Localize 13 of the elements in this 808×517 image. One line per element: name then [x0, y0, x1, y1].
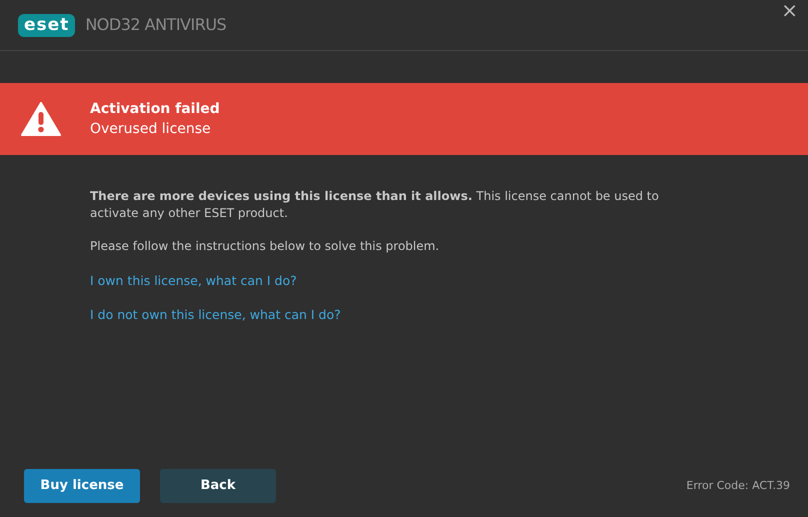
error-code: Error Code: ACT.39: [686, 478, 790, 494]
alert-title: Activation failed: [90, 100, 220, 119]
alert-subtitle: Overused license: [90, 120, 212, 139]
help-link[interactable]: I own this license, what can I do?: [90, 272, 297, 289]
logo: eset: [18, 14, 76, 36]
warning-icon: [21, 102, 61, 136]
close-button[interactable]: ×: [781, 0, 798, 20]
instruction-text: Please follow the instructions below to solve this problem.: [90, 238, 440, 255]
window-title: NOD32 ANTIVIRUS: [85, 14, 226, 36]
message-text: There are more devices using this license than it allows. This license cannot be used to activate any other ESET product.: [90, 188, 660, 222]
help-link[interactable]: I do not own this license, what can I do?: [90, 306, 341, 323]
back-button[interactable]: Back: [160, 469, 276, 503]
buy-license-button[interactable]: Buy license: [24, 469, 140, 503]
